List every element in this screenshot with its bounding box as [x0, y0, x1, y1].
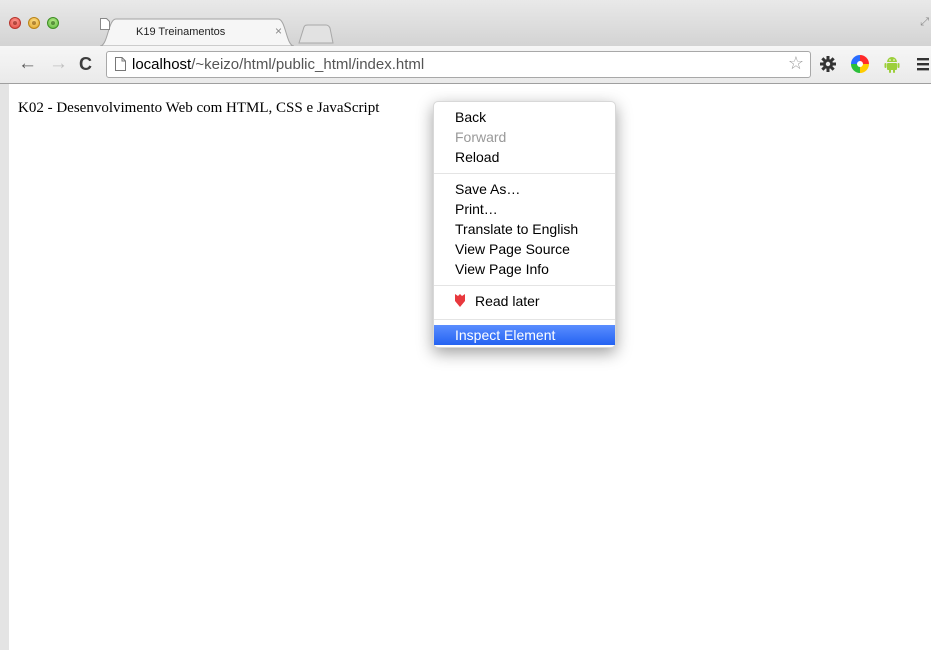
menu-item-read-later-label: Read later	[475, 293, 540, 309]
address-bar[interactable]: localhost/~keizo/html/public_html/index.…	[106, 51, 811, 78]
bookmark-star-icon[interactable]: ☆	[788, 53, 804, 74]
context-menu: Back Forward Reload Save As… Print… Tran…	[433, 101, 616, 348]
color-wheel-icon[interactable]	[850, 54, 870, 74]
fullscreen-icon[interactable]: ⤢	[920, 16, 929, 29]
zoom-window-button[interactable]	[47, 17, 59, 29]
browser-window: K19 Treinamentos × ⤢ ← → C localhost/~ke…	[0, 0, 931, 650]
menu-separator	[434, 285, 615, 286]
menu-item-print[interactable]: Print…	[434, 199, 615, 219]
toolbar: ← → C localhost/~keizo/html/public_html/…	[0, 46, 931, 84]
menu-icon[interactable]	[914, 54, 931, 74]
new-tab-button[interactable]	[298, 24, 334, 44]
tab-close-icon[interactable]: ×	[275, 24, 282, 38]
pocket-icon	[455, 294, 465, 307]
menu-item-view-page-info[interactable]: View Page Info	[434, 259, 615, 279]
url-path: /~keizo/html/public_html/index.html	[191, 56, 425, 73]
close-window-button[interactable]	[9, 17, 21, 29]
menu-item-forward[interactable]: Forward	[434, 127, 615, 147]
reload-button[interactable]: C	[79, 53, 92, 75]
tab-title: K19 Treinamentos	[136, 26, 226, 38]
menu-item-view-source[interactable]: View Page Source	[434, 239, 615, 259]
tab-k19[interactable]: K19 Treinamentos ×	[100, 18, 294, 46]
page-icon	[100, 18, 110, 30]
menu-item-save-as[interactable]: Save As…	[434, 179, 615, 199]
menu-item-read-later[interactable]: Read later	[434, 291, 615, 311]
title-bar: K19 Treinamentos × ⤢	[0, 0, 931, 46]
gear-icon[interactable]	[818, 54, 838, 74]
url-host: localhost	[132, 56, 192, 73]
menu-separator	[434, 319, 615, 320]
forward-button[interactable]: →	[49, 53, 68, 75]
menu-item-reload[interactable]: Reload	[434, 147, 615, 167]
menu-item-translate[interactable]: Translate to English	[434, 219, 615, 239]
url-text: localhost/~keizo/html/public_html/index.…	[132, 56, 424, 73]
menu-item-inspect-element[interactable]: Inspect Element	[434, 325, 615, 345]
menu-item-back[interactable]: Back	[434, 107, 615, 127]
android-icon[interactable]	[882, 54, 902, 74]
back-button[interactable]: ←	[18, 53, 37, 75]
window-left-edge	[0, 84, 9, 650]
page-heading: K02 - Desenvolvimento Web com HTML, CSS …	[18, 100, 380, 116]
page-icon	[115, 57, 126, 71]
minimize-window-button[interactable]	[28, 17, 40, 29]
menu-separator	[434, 173, 615, 174]
